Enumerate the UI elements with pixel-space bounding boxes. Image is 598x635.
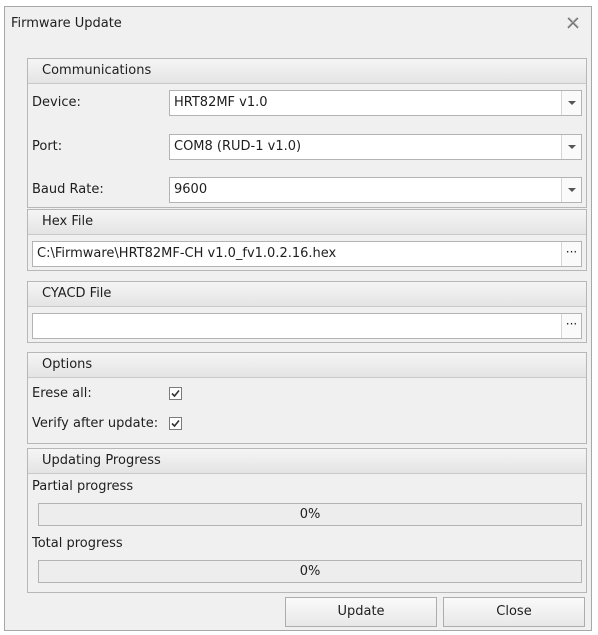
erase-all-label: Erese all:	[32, 386, 92, 401]
port-select[interactable]: COM8 (RUD-1 v1.0)	[169, 134, 582, 160]
updating-progress-group: Updating Progress Partial progress 0% To…	[27, 448, 587, 593]
hex-file-value: C:\Firmware\HRT82MF-CH v1.0_fv1.0.2.16.h…	[37, 246, 337, 261]
verify-after-update-checkbox[interactable]	[169, 417, 182, 430]
partial-progress-label: Partial progress	[32, 479, 134, 494]
options-header: Options	[28, 353, 586, 378]
partial-progress-percent: 0%	[299, 507, 321, 522]
checkmark-icon	[171, 419, 180, 428]
total-progress-percent: 0%	[299, 564, 321, 579]
title-bar[interactable]: Firmware Update	[5, 7, 591, 41]
verify-after-update-label: Verify after update:	[32, 416, 159, 431]
port-dropdown-button[interactable]	[561, 135, 581, 159]
hex-browse-button[interactable]: ···	[561, 242, 581, 266]
chevron-down-icon	[568, 188, 576, 192]
device-row: Device: HRT82MF v1.0	[28, 90, 586, 116]
baud-row: Baud Rate: 9600	[28, 177, 586, 203]
updating-progress-header: Updating Progress	[28, 449, 586, 474]
hex-file-group: Hex File C:\Firmware\HRT82MF-CH v1.0_fv1…	[27, 209, 587, 271]
communications-group: Communications Device: HRT82MF v1.0 Port…	[27, 58, 587, 208]
port-label: Port:	[32, 139, 63, 154]
device-dropdown-button[interactable]	[561, 91, 581, 115]
baud-dropdown-button[interactable]	[561, 178, 581, 202]
erase-all-checkbox[interactable]	[169, 387, 182, 400]
cyacd-browse-button[interactable]: ···	[561, 314, 581, 338]
total-progress-label: Total progress	[32, 536, 123, 551]
port-value: COM8 (RUD-1 v1.0)	[174, 139, 302, 154]
communications-header: Communications	[28, 59, 586, 84]
device-select[interactable]: HRT82MF v1.0	[169, 90, 582, 116]
window-title: Firmware Update	[11, 16, 122, 31]
port-row: Port: COM8 (RUD-1 v1.0)	[28, 134, 586, 160]
baud-label: Baud Rate:	[32, 182, 104, 197]
cyacd-file-header: CYACD File	[28, 282, 586, 307]
close-button[interactable]: Close	[443, 597, 585, 627]
baud-select[interactable]: 9600	[169, 177, 582, 203]
device-value: HRT82MF v1.0	[174, 95, 268, 110]
cyacd-file-input[interactable]: ···	[32, 313, 582, 339]
close-icon[interactable]	[565, 15, 581, 31]
hex-file-header: Hex File	[28, 210, 586, 235]
hex-file-input[interactable]: C:\Firmware\HRT82MF-CH v1.0_fv1.0.2.16.h…	[32, 241, 582, 267]
chevron-down-icon	[568, 145, 576, 149]
update-button[interactable]: Update	[285, 597, 437, 627]
device-label: Device:	[32, 95, 81, 110]
options-group: Options Erese all: Verify after update:	[27, 352, 587, 444]
baud-value: 9600	[174, 182, 208, 197]
cyacd-file-group: CYACD File ···	[27, 281, 587, 343]
total-progress-bar: 0%	[38, 560, 582, 583]
firmware-update-window: Firmware Update Communications Device: H…	[4, 6, 592, 631]
partial-progress-bar: 0%	[38, 503, 582, 526]
chevron-down-icon	[568, 101, 576, 105]
checkmark-icon	[171, 389, 180, 398]
